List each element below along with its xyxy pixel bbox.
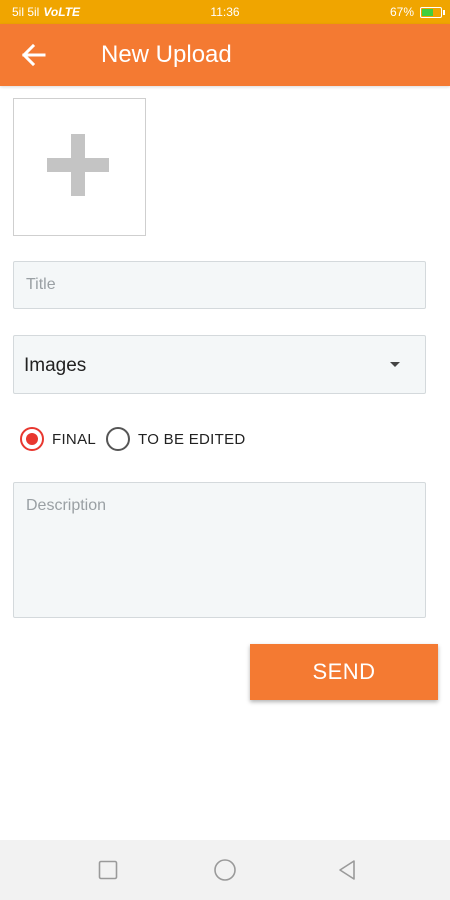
media-type-select[interactable]: Images	[13, 335, 426, 394]
circle-icon	[214, 859, 236, 881]
plus-icon	[47, 134, 109, 196]
description-input[interactable]	[13, 482, 426, 618]
media-type-value: Images	[24, 355, 87, 376]
status-time: 11:36	[210, 5, 240, 19]
radio-final-label: FINAL	[52, 430, 97, 448]
status-radio-group: FINAL TO BE EDITED	[20, 425, 256, 453]
square-icon	[98, 860, 118, 880]
recents-button[interactable]	[96, 858, 120, 882]
back-button[interactable]	[18, 40, 48, 70]
send-button[interactable]: SEND	[250, 644, 438, 700]
system-nav-bar	[0, 840, 450, 900]
title-input[interactable]	[13, 261, 426, 309]
radio-final[interactable]: FINAL	[20, 427, 96, 451]
arrow-left-icon	[21, 43, 46, 67]
app-bar: New Upload	[0, 24, 450, 86]
battery-level	[422, 8, 434, 16]
battery-percent: 67%	[389, 5, 414, 19]
home-button[interactable]	[213, 858, 237, 882]
page-title: New Upload	[101, 41, 232, 68]
add-image-button[interactable]	[13, 98, 146, 236]
status-battery-group: 67%	[389, 5, 445, 19]
radio-to-be-edited-label: TO BE EDITED	[138, 430, 246, 448]
radio-to-be-edited[interactable]: TO BE EDITED	[106, 427, 246, 451]
status-bar: 5il 5il VoLTE 11:36 67%	[0, 0, 450, 24]
battery-icon	[420, 6, 445, 18]
system-back-button[interactable]	[335, 858, 359, 882]
radio-to-be-edited-indicator[interactable]	[106, 427, 131, 451]
radio-final-indicator[interactable]	[20, 427, 44, 451]
chevron-down-icon	[390, 362, 400, 367]
triangle-back-icon	[339, 860, 355, 880]
